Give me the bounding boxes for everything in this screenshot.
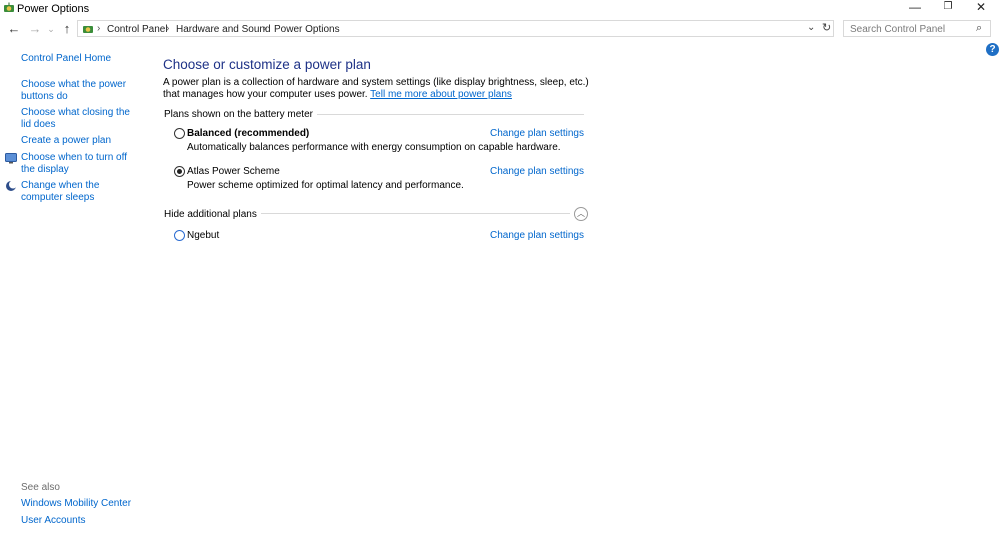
plan-name-balanced[interactable]: Balanced (recommended) <box>187 128 309 139</box>
page-title: Choose or customize a power plan <box>163 57 371 72</box>
minimize-button[interactable]: — <box>900 0 930 16</box>
battery-meter-section-label: Plans shown on the battery meter <box>164 109 317 120</box>
page-description: A power plan is a collection of hardware… <box>163 77 593 100</box>
plan-radio-ngebut[interactable] <box>174 230 185 241</box>
sidebar-item-turn-off-display[interactable]: Choose when to turn off the display <box>21 152 141 175</box>
address-dropdown-icon[interactable]: ⌄ <box>807 22 815 33</box>
breadcrumb-hardware-and-sound[interactable]: Hardware and Sound <box>176 24 271 35</box>
search-placeholder: Search Control Panel <box>850 24 946 35</box>
plan-radio-balanced[interactable] <box>174 128 185 139</box>
learn-more-link[interactable]: Tell me more about power plans <box>370 89 512 100</box>
search-input[interactable]: Search Control Panel ⌕ <box>843 20 991 37</box>
breadcrumb-separator: › <box>97 23 101 34</box>
plan-description-balanced: Automatically balances performance with … <box>187 142 561 153</box>
help-icon[interactable]: ? <box>986 43 999 56</box>
plan-name-atlas[interactable]: Atlas Power Scheme <box>187 166 280 177</box>
restore-button[interactable]: ❐ <box>933 0 963 16</box>
search-icon[interactable]: ⌕ <box>976 22 982 35</box>
see-also-windows-mobility-center[interactable]: Windows Mobility Center <box>21 498 141 510</box>
plan-radio-atlas[interactable] <box>174 166 185 177</box>
power-options-icon <box>4 2 14 12</box>
change-plan-settings-link-balanced[interactable]: Change plan settings <box>490 128 584 139</box>
see-also-heading: See also <box>21 482 60 493</box>
breadcrumb-control-panel[interactable]: Control Panel <box>107 24 168 35</box>
forward-button[interactable]: → <box>28 22 42 36</box>
sidebar-item-power-buttons[interactable]: Choose what the power buttons do <box>21 79 141 102</box>
radio-selected-dot <box>177 169 182 174</box>
up-button[interactable]: ↑ <box>60 22 74 36</box>
display-icon <box>5 153 17 164</box>
plan-name-ngebut[interactable]: Ngebut <box>187 230 219 241</box>
change-plan-settings-link-atlas[interactable]: Change plan settings <box>490 166 584 177</box>
see-also-user-accounts[interactable]: User Accounts <box>21 515 141 527</box>
sidebar-item-create-power-plan[interactable]: Create a power plan <box>21 135 141 147</box>
breadcrumb-separator: › <box>263 23 267 34</box>
breadcrumb-power-options[interactable]: Power Options <box>274 24 340 35</box>
breadcrumb-separator: › <box>166 23 170 34</box>
window-title: Power Options <box>17 3 90 15</box>
collapse-chevron-icon[interactable]: ︿ <box>574 207 588 221</box>
recent-locations-button[interactable]: ⌄ <box>44 22 58 36</box>
hide-additional-plans-label[interactable]: Hide additional plans <box>164 209 261 220</box>
close-button[interactable]: ✕ <box>966 0 996 16</box>
sidebar-item-closing-lid[interactable]: Choose what closing the lid does <box>21 107 141 130</box>
change-plan-settings-link-ngebut[interactable]: Change plan settings <box>490 230 584 241</box>
refresh-icon[interactable]: ↻ <box>822 21 831 34</box>
back-button[interactable]: ← <box>7 22 21 36</box>
sleep-moon-icon <box>6 180 17 191</box>
sidebar-item-control-panel-home[interactable]: Control Panel Home <box>21 53 141 65</box>
plan-description-atlas: Power scheme optimized for optimal laten… <box>187 180 464 191</box>
title-bar: Power Options — ❐ ✕ <box>0 0 1000 17</box>
sidebar-item-computer-sleeps[interactable]: Change when the computer sleeps <box>21 180 141 203</box>
address-bar[interactable]: › Control Panel › Hardware and Sound › P… <box>77 20 834 37</box>
control-panel-icon <box>83 26 93 33</box>
